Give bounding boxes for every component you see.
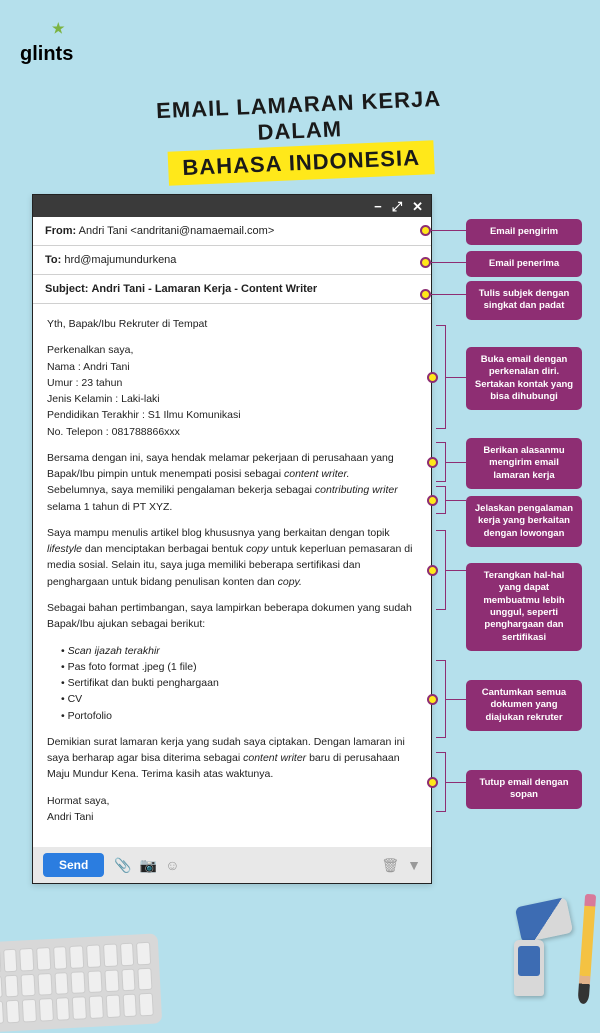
- more-icon[interactable]: ▼: [407, 857, 421, 874]
- connector-line: [446, 462, 466, 463]
- brand-logo: glints: [20, 20, 73, 66]
- annotation-intro: Buka email dengan perkenalan diri. Serta…: [466, 347, 582, 410]
- annotation-recipient: Email penerima: [466, 251, 582, 277]
- connector-line: [446, 500, 466, 501]
- annotation-experience: Jelaskan pengalaman kerja yang berkaitan…: [466, 496, 582, 547]
- connector-line: [446, 570, 466, 571]
- email-body: Yth, Bapak/Ibu Rekruter di Tempat Perken…: [33, 304, 431, 847]
- signature: Hormat saya,Andri Tani: [47, 793, 417, 826]
- connector-line: [431, 230, 466, 231]
- window-titlebar: − ⤢ ✕: [33, 195, 431, 217]
- expand-icon[interactable]: ⤢: [392, 200, 402, 213]
- attach-icon[interactable]: 📎: [114, 857, 131, 874]
- list-item: Sertifikat dan bukti penghargaan: [61, 675, 417, 691]
- marker-dot: [427, 694, 438, 705]
- annotation-reason: Berikan alasanmu mengirim email lamaran …: [466, 438, 582, 489]
- annotation-strengths: Terangkan hal-hal yang dapat membuatmu l…: [466, 563, 582, 651]
- paragraph-skills: Saya mampu menulis artikel blog khususny…: [47, 525, 417, 590]
- list-item: Portofolio: [61, 708, 417, 724]
- marker-dot: [427, 372, 438, 383]
- paragraph-docs-intro: Sebagai bahan pertimbangan, saya lampirk…: [47, 600, 417, 633]
- marker-dot: [427, 495, 438, 506]
- paragraph-reason: Bersama dengan ini, saya hendak melamar …: [47, 450, 417, 515]
- annotation-subject: Tulis subjek dengan singkat dan padat: [466, 281, 582, 320]
- marker-dot: [420, 257, 431, 268]
- annotation-closing: Tutup email dengan sopan: [466, 770, 582, 809]
- close-icon[interactable]: ✕: [412, 200, 423, 213]
- connector-line: [446, 782, 466, 783]
- email-window: − ⤢ ✕ From: Andri Tani <andritani@namaem…: [32, 194, 432, 884]
- eraser-decor: [515, 897, 573, 943]
- compose-footer: Send 📎 📷 ☺ 🗑 ▼: [33, 847, 431, 883]
- title-line-2: BAHASA INDONESIA: [168, 140, 435, 186]
- list-item: Pas foto format .jpeg (1 file): [61, 659, 417, 675]
- marker-dot: [427, 777, 438, 788]
- connector-line: [446, 699, 466, 700]
- pencil-decor: [578, 904, 596, 1005]
- subject-field: Subject: Andri Tani - Lamaran Kerja - Co…: [33, 275, 431, 304]
- annotation-sender: Email pengirim: [466, 219, 582, 245]
- usb-decor: [514, 940, 544, 996]
- marker-dot: [427, 565, 438, 576]
- documents-list: Scan ijazah terakhir Pas foto format .jp…: [61, 643, 417, 724]
- greeting: Yth, Bapak/Ibu Rekruter di Tempat: [47, 316, 417, 332]
- list-item: CV: [61, 691, 417, 707]
- connector-line: [431, 262, 466, 263]
- send-button[interactable]: Send: [43, 853, 104, 877]
- marker-dot: [420, 289, 431, 300]
- camera-icon[interactable]: 📷: [140, 857, 157, 874]
- marker-dot: [427, 457, 438, 468]
- trash-icon[interactable]: 🗑: [381, 857, 399, 874]
- self-intro: Perkenalkan saya, Nama : Andri Tani Umur…: [47, 342, 417, 440]
- paragraph-closing: Demikian surat lamaran kerja yang sudah …: [47, 734, 417, 783]
- marker-dot: [420, 225, 431, 236]
- connector-line: [446, 377, 466, 378]
- connector-line: [431, 294, 466, 295]
- star-icon: [52, 20, 65, 37]
- keyboard-decor: [0, 933, 162, 1032]
- from-field: From: Andri Tani <andritani@namaemail.co…: [33, 217, 431, 246]
- to-field: To: hrd@majumundurkena: [33, 246, 431, 275]
- annotation-documents: Cantumkan semua dokumen yang diajukan re…: [466, 680, 582, 731]
- page-title: EMAIL LAMARAN KERJA DALAM BAHASA INDONES…: [148, 85, 452, 186]
- list-item: Scan ijazah terakhir: [61, 643, 417, 659]
- minimize-icon[interactable]: −: [374, 200, 382, 213]
- emoji-icon[interactable]: ☺: [165, 857, 179, 874]
